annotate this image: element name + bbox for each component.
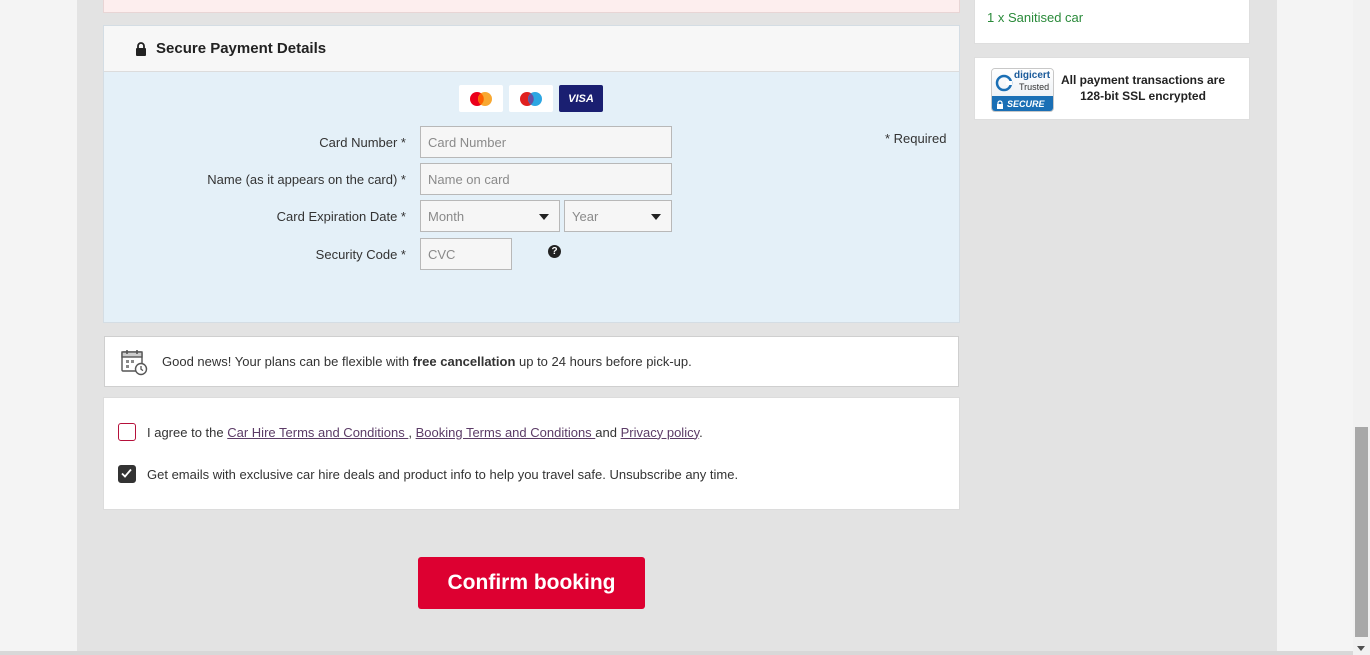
scroll-down-arrow-icon[interactable] bbox=[1357, 646, 1365, 651]
cancellation-suffix: up to 24 hours before pick-up. bbox=[515, 354, 692, 369]
cancellation-bold: free cancellation bbox=[412, 354, 516, 369]
visa-icon: VISA bbox=[559, 85, 603, 112]
agree-terms-text: I agree to the Car Hire Terms and Condit… bbox=[147, 425, 703, 440]
car-hire-terms-link[interactable]: Car Hire Terms and Conditions bbox=[227, 425, 408, 440]
cvc-input[interactable] bbox=[420, 238, 512, 270]
card-number-label: Card Number * bbox=[319, 134, 406, 150]
lock-icon bbox=[135, 41, 147, 56]
emails-row: Get emails with exclusive car hire deals… bbox=[118, 465, 738, 483]
month-select-value: Month bbox=[428, 208, 465, 224]
digicert-logo-icon bbox=[995, 74, 1013, 92]
digicert-secure: SECURE bbox=[1007, 99, 1045, 109]
payment-header: Secure Payment Details bbox=[104, 26, 959, 72]
calendar-clock-icon bbox=[120, 348, 148, 376]
month-select[interactable]: Month bbox=[420, 200, 560, 232]
secure-payment-card: Secure Payment Details VISA * Required C… bbox=[103, 25, 960, 323]
booking-terms-link[interactable]: Booking Terms and Conditions bbox=[416, 425, 596, 440]
digicert-secure-bar: SECURE bbox=[992, 96, 1053, 111]
ssl-security-card: digicert Trusted SECURE All payment tran… bbox=[974, 57, 1250, 120]
cancellation-prefix: Good news! Your plans can be flexible wi… bbox=[162, 354, 413, 369]
agree-terms-checkbox[interactable] bbox=[118, 423, 136, 441]
year-select[interactable]: Year bbox=[564, 200, 672, 232]
expiration-label: Card Expiration Date * bbox=[276, 208, 406, 224]
name-row: Name (as it appears on the card) * bbox=[104, 163, 672, 195]
ssl-text: All payment transactions are 128-bit SSL… bbox=[1059, 72, 1227, 104]
terms-card: I agree to the Car Hire Terms and Condit… bbox=[103, 397, 960, 510]
ssl-text-line2: 128-bit SSL encrypted bbox=[1080, 89, 1206, 103]
free-cancellation-notice: Good news! Your plans can be flexible wi… bbox=[104, 336, 959, 387]
emails-checkbox[interactable] bbox=[118, 465, 136, 483]
lock-icon bbox=[997, 99, 1003, 109]
chevron-down-icon bbox=[539, 214, 549, 220]
digicert-trusted: Trusted bbox=[1019, 82, 1050, 92]
security-code-row: Security Code * bbox=[104, 238, 512, 270]
bottom-edge bbox=[0, 651, 1353, 655]
mastercard-icon bbox=[459, 85, 503, 112]
security-code-label: Security Code * bbox=[315, 246, 406, 262]
vertical-scrollbar[interactable] bbox=[1353, 0, 1370, 655]
terms-period: . bbox=[699, 424, 703, 440]
privacy-policy-link[interactable]: Privacy policy bbox=[621, 425, 700, 440]
agree-terms-row: I agree to the Car Hire Terms and Condit… bbox=[118, 423, 703, 441]
payment-title: Secure Payment Details bbox=[156, 40, 327, 57]
terms-separator: , bbox=[408, 424, 416, 440]
feature-item-sanitised-car: 1 x Sanitised car bbox=[987, 10, 1084, 25]
terms-and: and bbox=[595, 424, 621, 440]
cancellation-text: Good news! Your plans can be flexible wi… bbox=[162, 354, 692, 369]
confirm-booking-button[interactable]: Confirm booking bbox=[418, 557, 645, 609]
ssl-text-line1: All payment transactions are bbox=[1060, 73, 1226, 87]
name-label: Name (as it appears on the card) * bbox=[207, 171, 406, 187]
year-select-value: Year bbox=[572, 208, 599, 224]
previous-section-card bbox=[103, 0, 960, 13]
name-on-card-input[interactable] bbox=[420, 163, 672, 195]
emails-label: Get emails with exclusive car hire deals… bbox=[147, 466, 739, 482]
card-logos: VISA bbox=[459, 85, 603, 112]
checkmark-icon bbox=[121, 468, 132, 478]
digicert-brand: digicert bbox=[1014, 70, 1051, 81]
help-icon[interactable]: ? bbox=[548, 245, 561, 258]
digicert-seal[interactable]: digicert Trusted SECURE bbox=[991, 68, 1054, 112]
included-features-card: 1 x Sanitised car bbox=[974, 0, 1250, 44]
required-note: * Required bbox=[885, 131, 947, 146]
card-number-row: Card Number * bbox=[104, 126, 672, 158]
card-number-input[interactable] bbox=[420, 126, 672, 158]
chevron-down-icon bbox=[651, 214, 661, 220]
scrollbar-thumb[interactable] bbox=[1355, 427, 1368, 637]
agree-prefix: I agree to the bbox=[147, 424, 228, 440]
expiration-row: Card Expiration Date * Month Year bbox=[104, 200, 672, 232]
maestro-icon bbox=[509, 85, 553, 112]
